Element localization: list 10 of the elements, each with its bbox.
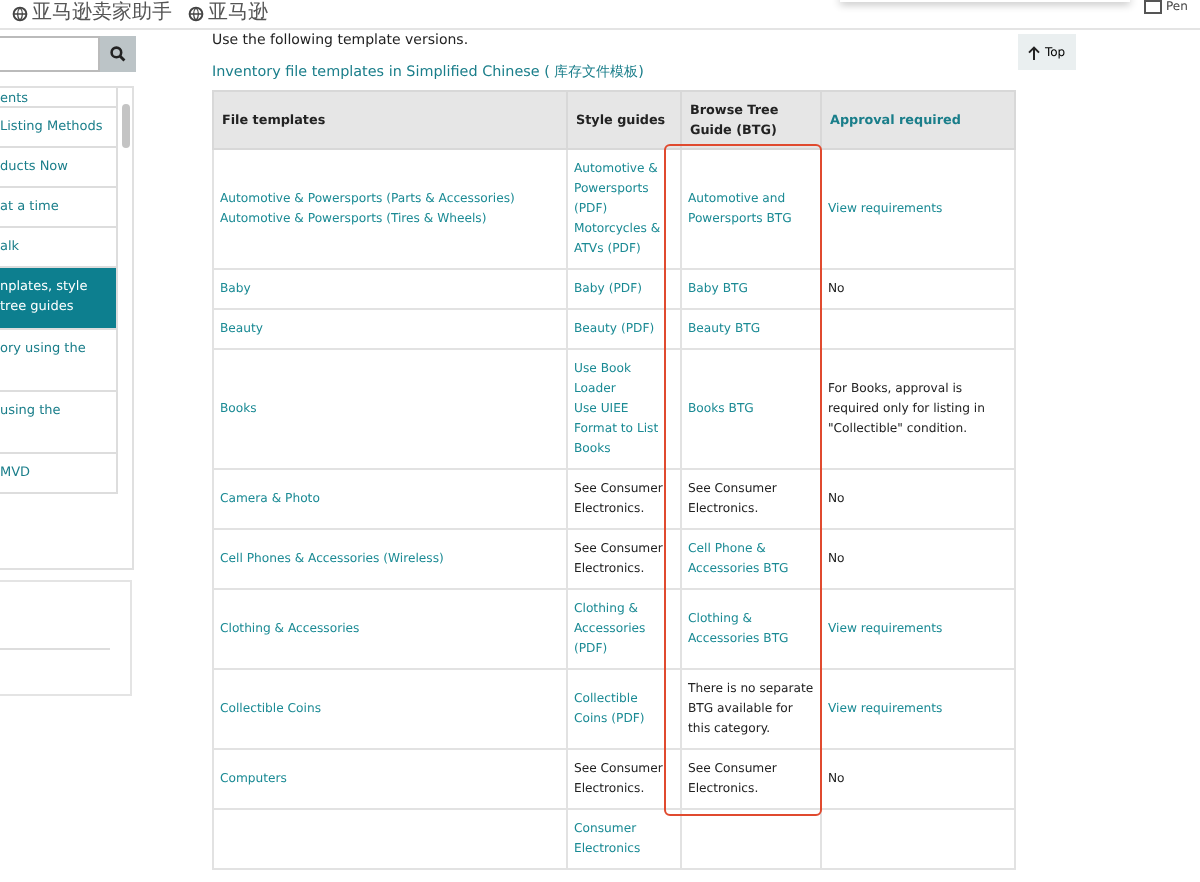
search-field[interactable]: [0, 36, 100, 72]
globe-icon: [12, 6, 28, 22]
search-icon: [110, 46, 126, 62]
arrow-up-icon: [1028, 45, 1041, 59]
globe-icon: [188, 6, 204, 22]
bookmark-link[interactable]: 亚马逊: [208, 0, 268, 28]
search-button[interactable]: [100, 36, 136, 72]
bookmark-link[interactable]: 亚马逊卖家助手: [32, 0, 172, 28]
folder-icon: [1144, 0, 1162, 14]
sidebar-panel: [0, 580, 132, 696]
